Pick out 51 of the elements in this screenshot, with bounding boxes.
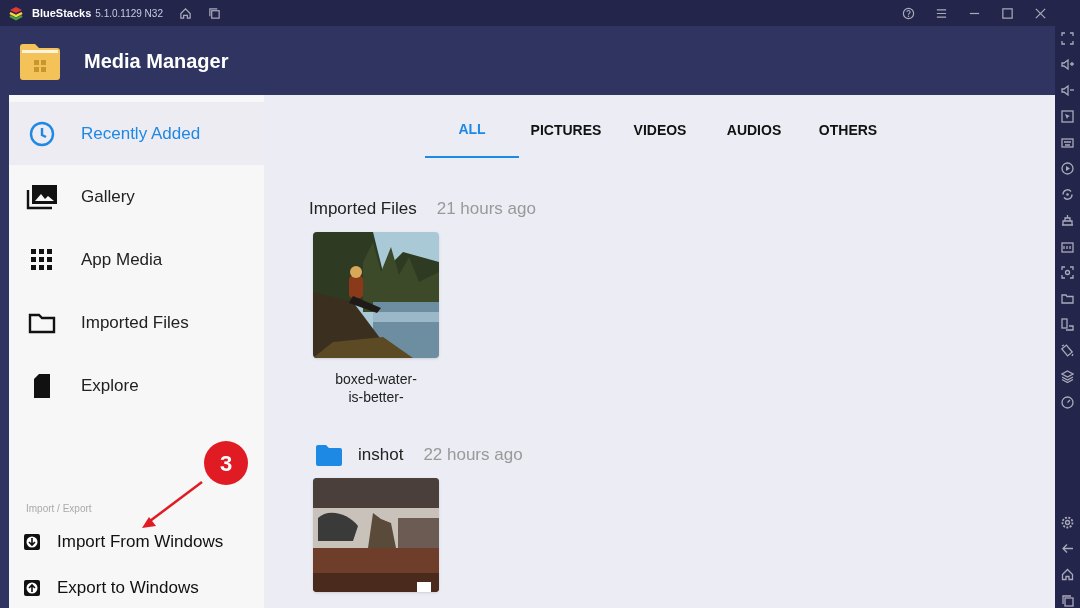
robot-icon[interactable]: [1061, 214, 1074, 227]
home-icon[interactable]: [178, 6, 192, 20]
sidebar-item[interactable]: App Media: [9, 228, 264, 291]
fullscreen-icon[interactable]: [1061, 32, 1074, 45]
sidebar-item[interactable]: Imported Files: [9, 291, 264, 354]
volume-up-icon[interactable]: [1061, 58, 1074, 71]
rotate-icon[interactable]: [1061, 188, 1074, 201]
tab[interactable]: OTHERS: [801, 103, 895, 158]
sidebar-action[interactable]: Export to Windows: [9, 576, 264, 600]
folder-icon[interactable]: [1061, 292, 1074, 305]
sidebar-item[interactable]: Gallery: [9, 165, 264, 228]
folder-outline-icon: [28, 311, 56, 334]
home-icon[interactable]: [1061, 568, 1074, 581]
layers-icon[interactable]: [1061, 370, 1074, 383]
app-logo-icon: [8, 5, 24, 21]
play-circle-icon[interactable]: [1061, 162, 1074, 175]
grid-icon: [31, 248, 53, 271]
folder-icon: [315, 444, 343, 466]
sidebar-action[interactable]: Import From Windows: [9, 530, 264, 554]
app-version: 5.1.0.1129 N32: [95, 6, 163, 21]
back-icon[interactable]: [1061, 542, 1074, 555]
group-time: 22 hours ago: [423, 444, 523, 467]
clock-icon: [29, 120, 55, 147]
recent-apps-icon[interactable]: [1061, 594, 1074, 607]
windows-icon[interactable]: [207, 6, 221, 20]
help-icon[interactable]: [902, 6, 915, 20]
group-title: inshot: [358, 444, 404, 467]
app-title: Media Manager: [84, 48, 229, 74]
export-icon: [24, 580, 40, 596]
tab[interactable]: AUDIOS: [707, 103, 801, 158]
multi-instance-icon[interactable]: [1061, 318, 1074, 331]
settings-icon[interactable]: [1061, 516, 1074, 529]
keyboard-icon[interactable]: [1061, 136, 1074, 149]
tab[interactable]: PICTURES: [519, 103, 613, 158]
tab[interactable]: VIDEOS: [613, 103, 707, 158]
volume-down-icon[interactable]: [1061, 84, 1074, 97]
import-icon: [24, 534, 40, 550]
group-title: Imported Files: [309, 198, 417, 221]
camera-icon[interactable]: [1061, 266, 1074, 279]
sd-card-icon: [32, 372, 52, 399]
sidebar-item[interactable]: Explore: [9, 354, 264, 417]
close-icon[interactable]: [1034, 6, 1047, 20]
app-name: BlueStacks: [32, 5, 92, 21]
media-caption: boxed-water- is-better-: [335, 370, 417, 406]
gallery-icon: [26, 183, 58, 210]
menu-icon[interactable]: [935, 6, 948, 20]
group-time: 21 hours ago: [436, 198, 536, 221]
section-label: Import / Export: [26, 502, 93, 516]
cursor-icon[interactable]: [1061, 110, 1074, 123]
apk-icon[interactable]: [1061, 240, 1074, 253]
maximize-icon[interactable]: [1001, 6, 1014, 20]
